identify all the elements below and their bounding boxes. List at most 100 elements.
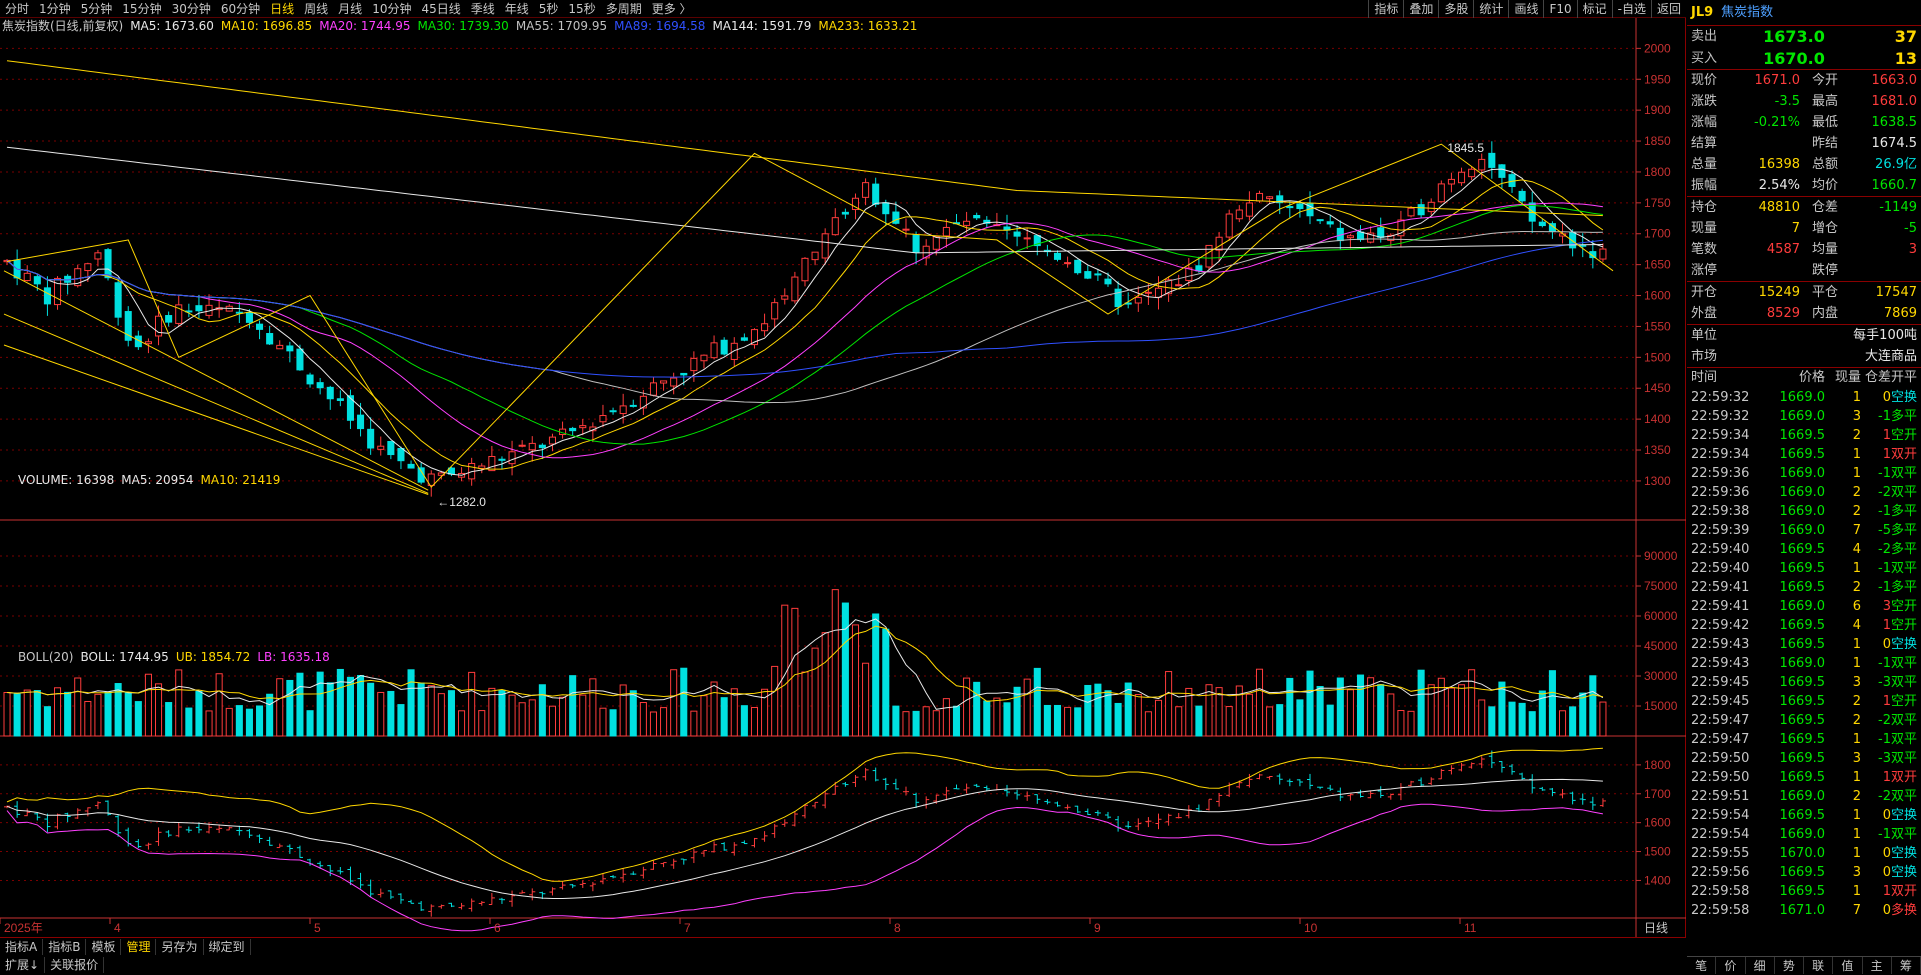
volume-bar bbox=[579, 694, 587, 737]
extension-tab-1[interactable]: 关联报价 bbox=[45, 957, 105, 973]
boll-axis-tick-label: 1600 bbox=[1644, 816, 1671, 830]
quote-stats-1: 现价 1671.0 今开 1663.0 涨跌 -3.5 最高 1681.0 涨幅 -0.21% 最低… bbox=[1687, 70, 1921, 197]
side-tab-2[interactable]: 细 bbox=[1746, 957, 1775, 974]
volume-bar bbox=[862, 662, 870, 737]
candle-body bbox=[700, 354, 708, 362]
period-tab-13[interactable]: 5秒 bbox=[534, 0, 564, 18]
period-tab-9[interactable]: 10分钟 bbox=[367, 0, 416, 18]
indicator-tab-2[interactable]: 模板 bbox=[86, 939, 122, 955]
side-tab-3[interactable]: 势 bbox=[1775, 957, 1804, 974]
chart-area[interactable]: 2000 1950 1900 1850 1800 1750 1700 1650 1600 1550… bbox=[0, 18, 1686, 937]
ma-legend-5: MA89: 1694.58 bbox=[614, 19, 706, 33]
volume-bar bbox=[185, 707, 193, 737]
volume-bar bbox=[1447, 687, 1455, 737]
volume-bar bbox=[700, 695, 708, 737]
period-tab-12[interactable]: 年线 bbox=[500, 0, 534, 18]
volume-bar bbox=[569, 675, 577, 737]
indicator-tab-5[interactable]: 绑定到 bbox=[204, 939, 251, 955]
tool-button-1[interactable]: 叠加 bbox=[1403, 0, 1438, 18]
candle-body bbox=[1225, 213, 1233, 238]
candle-body bbox=[1064, 262, 1072, 265]
period-tab-2[interactable]: 5分钟 bbox=[76, 0, 118, 18]
indicator-tab-0[interactable]: 指标A bbox=[0, 939, 44, 955]
tick-row: 22:59:38 1669.0 2 -1 多平 bbox=[1687, 502, 1921, 521]
period-tab-7[interactable]: 周线 bbox=[299, 0, 333, 18]
tool-button-8[interactable]: 返回 bbox=[1650, 0, 1686, 18]
ma-legend-1: MA10: 1696.85 bbox=[220, 19, 313, 33]
stat-label: 今开 bbox=[1812, 73, 1839, 88]
candle-body bbox=[1013, 231, 1021, 237]
tick-volume: 1 bbox=[1852, 846, 1861, 861]
volume-bar bbox=[791, 607, 799, 737]
period-label: 日线 bbox=[1644, 921, 1668, 935]
tool-button-5[interactable]: F10 bbox=[1543, 0, 1576, 18]
period-tab-11[interactable]: 季线 bbox=[466, 0, 500, 18]
indicator-tab-1[interactable]: 指标B bbox=[43, 939, 87, 955]
volume-bar bbox=[245, 708, 253, 737]
stat-label: 仓差 bbox=[1812, 200, 1839, 215]
tick-row: 22:59:36 1669.0 2 -2 双平 bbox=[1687, 483, 1921, 502]
tool-button-6[interactable]: 标记 bbox=[1576, 0, 1612, 18]
side-tab-7[interactable]: 筹 bbox=[1892, 957, 1921, 974]
tool-button-3[interactable]: 统计 bbox=[1473, 0, 1508, 18]
extension-tab-0[interactable]: 扩展↓ bbox=[0, 957, 46, 973]
candle-body bbox=[357, 414, 365, 430]
tick-type: 空开 bbox=[1891, 618, 1918, 633]
period-tab-15[interactable]: 多周期 bbox=[601, 0, 647, 18]
volume-bar bbox=[1488, 706, 1496, 737]
volume-bar bbox=[498, 689, 506, 737]
tick-type: 双开 bbox=[1891, 770, 1918, 785]
x-axis-label: 2025年 bbox=[4, 921, 43, 935]
volume-bar bbox=[215, 673, 223, 737]
tick-type: 空换 bbox=[1891, 846, 1918, 861]
candle-body bbox=[1235, 209, 1243, 220]
indicator-tab-4[interactable]: 另存为 bbox=[156, 939, 204, 955]
period-tab-6[interactable]: 日线 bbox=[265, 0, 299, 18]
tool-button-0[interactable]: 指标 bbox=[1368, 0, 1403, 18]
tick-type: 双平 bbox=[1891, 713, 1918, 728]
volume-bar bbox=[437, 693, 445, 737]
volume-bar bbox=[205, 710, 213, 737]
tick-volume: 3 bbox=[1852, 675, 1861, 690]
volume-bar bbox=[155, 683, 163, 737]
quote-name[interactable]: 焦炭指数 bbox=[1721, 0, 1773, 25]
price-axis-tick-label: 1900 bbox=[1644, 103, 1671, 117]
volume-bar bbox=[508, 694, 516, 737]
period-tab-5[interactable]: 60分钟 bbox=[216, 0, 265, 18]
period-tab-4[interactable]: 30分钟 bbox=[167, 0, 216, 18]
volume-bar bbox=[23, 689, 31, 737]
side-tab-0[interactable]: 笔 bbox=[1687, 957, 1717, 974]
stat-value: 17547 bbox=[1875, 285, 1917, 300]
tool-button-4[interactable]: 画线 bbox=[1508, 0, 1543, 18]
tick-oi: -2 bbox=[1878, 789, 1891, 804]
indicator-tab-3[interactable]: 管理 bbox=[121, 939, 157, 955]
volume-bar bbox=[1508, 701, 1516, 737]
tick-price: 1669.0 bbox=[1779, 466, 1826, 481]
side-tab-6[interactable]: 主 bbox=[1863, 957, 1892, 974]
tick-time: 22:59:41 bbox=[1691, 580, 1750, 595]
period-tab-10[interactable]: 45日线 bbox=[416, 0, 465, 18]
tool-button-2[interactable]: 多股 bbox=[1438, 0, 1473, 18]
tool-button-7[interactable]: -自选 bbox=[1611, 0, 1651, 18]
period-tab-3[interactable]: 15分钟 bbox=[117, 0, 166, 18]
side-tab-5[interactable]: 值 bbox=[1833, 957, 1863, 974]
volume-bar bbox=[841, 602, 849, 737]
tick-table[interactable]: 22:59:32 1669.0 1 0 空换 22:59:32 1669.0 3 -1 多平 22:… bbox=[1687, 388, 1921, 920]
volume-bar bbox=[1134, 694, 1142, 737]
info-row: 市场 大连商品 bbox=[1687, 346, 1921, 367]
stat-label: 总量 bbox=[1691, 157, 1718, 172]
period-tab-1[interactable]: 1分钟 bbox=[34, 0, 76, 18]
x-axis-label: 5 bbox=[314, 921, 321, 935]
candle-body bbox=[1407, 207, 1415, 217]
period-tab-0[interactable]: 分时 bbox=[0, 0, 34, 18]
period-tab-14[interactable]: 15秒 bbox=[563, 0, 600, 18]
side-tab-1[interactable]: 价 bbox=[1716, 957, 1746, 974]
period-tab-16[interactable]: 更多 〉 bbox=[647, 0, 697, 18]
candle-body bbox=[114, 282, 122, 318]
tick-volume: 2 bbox=[1852, 428, 1861, 443]
volume-bar bbox=[1589, 675, 1597, 737]
stat-label: 平仓 bbox=[1812, 285, 1839, 300]
volume-bar bbox=[84, 700, 92, 737]
period-tab-8[interactable]: 月线 bbox=[333, 0, 367, 18]
side-tab-4[interactable]: 联 bbox=[1804, 957, 1834, 974]
